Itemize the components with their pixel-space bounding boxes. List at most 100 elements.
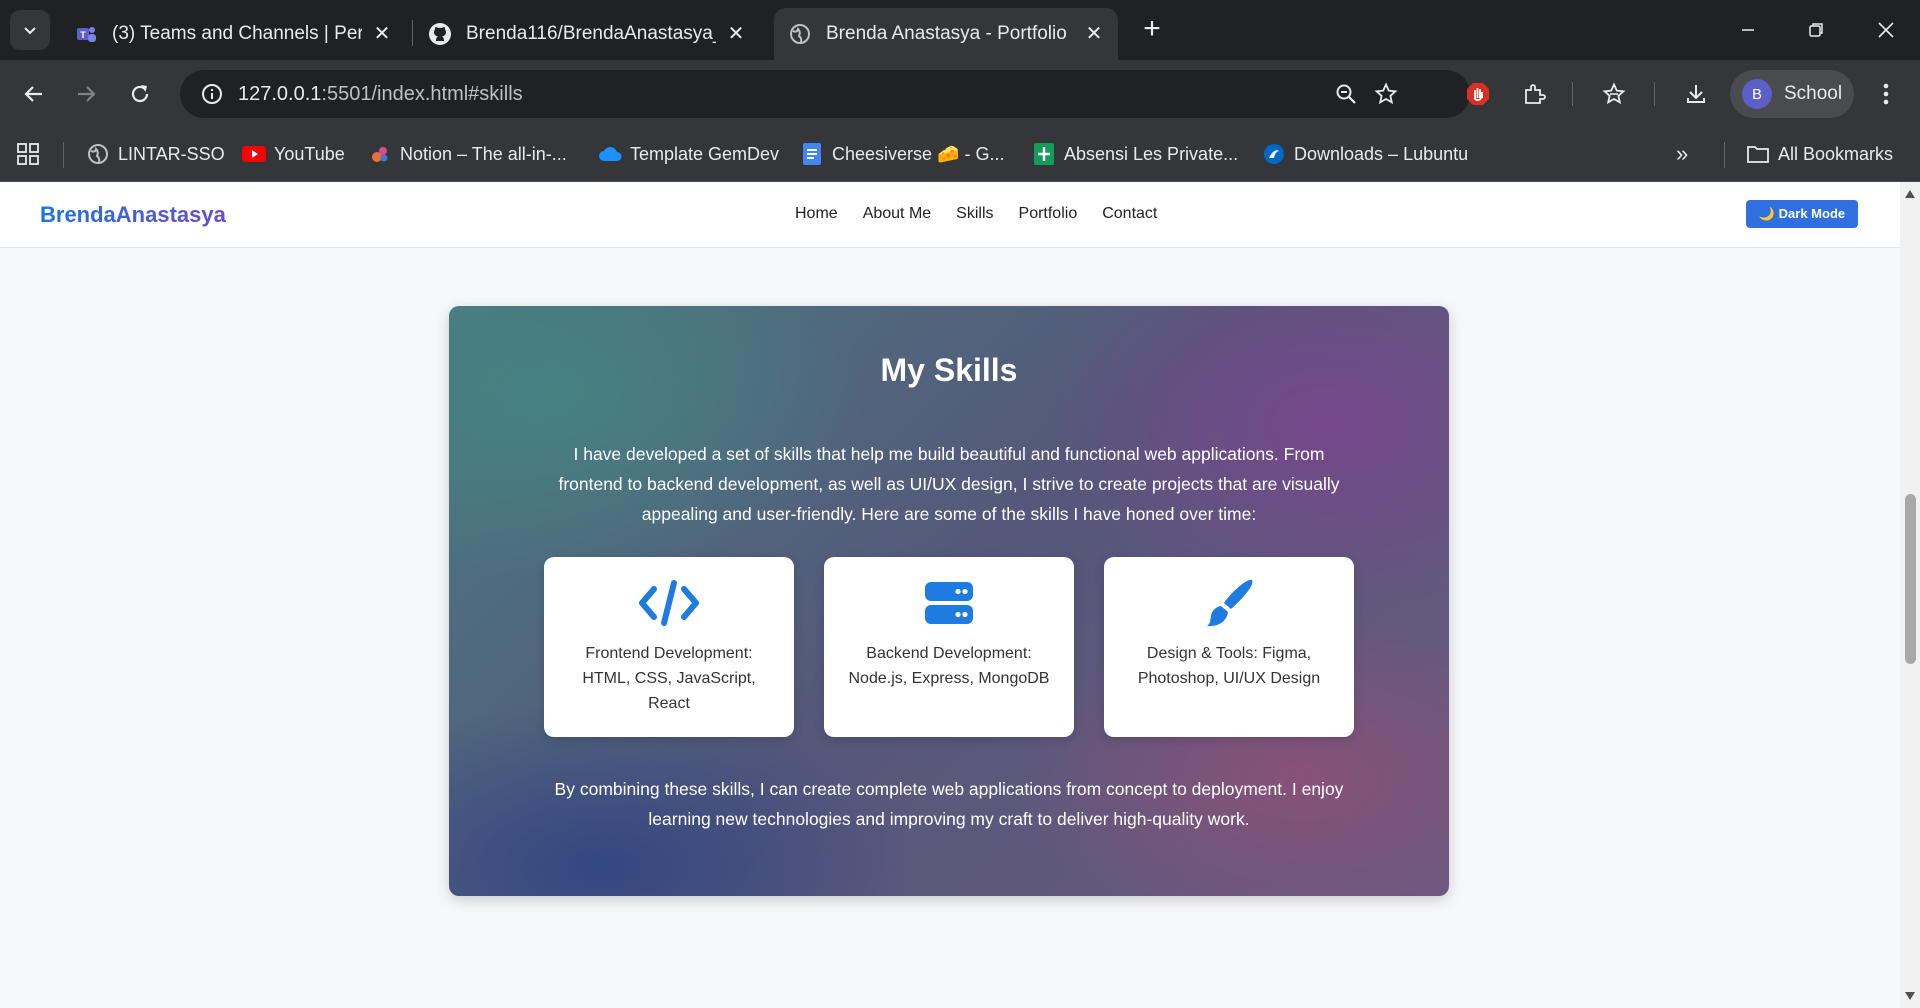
zoom-icon[interactable]	[1326, 70, 1366, 118]
skills-title: My Skills	[880, 352, 1018, 388]
arrow-right-icon	[78, 86, 96, 102]
tab-divider	[412, 20, 413, 46]
bookmark-label: Notion – The all-in-...	[400, 143, 567, 164]
scroll-down-arrow-icon[interactable]	[1905, 992, 1915, 1000]
chevron-double-right-icon: »	[1676, 141, 1689, 166]
browser-toolbar: 127.0.0.1:5501/index.html#skills B Schoo…	[0, 60, 1920, 128]
server-icon	[824, 575, 1074, 631]
bookmarks-divider	[1724, 142, 1725, 168]
apps-grid-icon	[17, 143, 39, 165]
bookmark-star-icon[interactable]	[1366, 70, 1406, 118]
nav-about[interactable]: About Me	[863, 205, 931, 223]
site-info-icon[interactable]	[192, 83, 232, 105]
tab-title: Brenda Anastasya - Portfolio	[826, 23, 1067, 44]
nav-portfolio[interactable]: Portfolio	[1019, 205, 1078, 223]
close-icon[interactable]: ✕	[372, 24, 392, 44]
nav-home[interactable]: Home	[795, 205, 838, 223]
skills-section: My Skills I have developed a set of skil…	[449, 306, 1449, 896]
cloud-icon	[598, 142, 622, 166]
profile-button[interactable]: B School	[1730, 70, 1854, 118]
bookmark-notion[interactable]: Notion – The all-in-...	[368, 139, 567, 169]
skill-text: Frontend Development: HTML, CSS, JavaScr…	[582, 645, 756, 712]
tab-title: Brenda116/BrendaAnastasya_5	[466, 23, 716, 44]
bookmark-label: Cheesiverse 🧀 - G...	[832, 143, 1005, 164]
site-navbar: BrendaAnastasya Home About Me Skills Por…	[0, 182, 1900, 248]
docs-icon	[800, 142, 824, 166]
tab-strip: T (3) Teams and Channels | Perten ✕ Bren…	[0, 0, 1920, 60]
site-menu: Home About Me Skills Portfolio Contact	[795, 205, 1157, 223]
restore-icon	[1809, 23, 1823, 37]
notion-icon	[368, 142, 392, 166]
globe-icon	[86, 142, 110, 166]
minimize-button[interactable]	[1718, 8, 1778, 52]
skill-card-backend: Backend Development: Node.js, Express, M…	[824, 557, 1074, 737]
lubuntu-icon	[1262, 142, 1286, 166]
tab-github[interactable]: Brenda116/BrendaAnastasya_5 ✕	[414, 8, 760, 60]
kebab-menu-icon[interactable]	[1864, 72, 1908, 116]
close-window-button[interactable]	[1856, 8, 1916, 52]
reading-list-icon[interactable]	[1592, 72, 1636, 116]
bookmark-lubuntu[interactable]: Downloads – Lubuntu	[1262, 139, 1468, 169]
skills-outro: By combining these skills, I can create …	[554, 779, 1344, 829]
tab-search-button[interactable]	[10, 10, 50, 50]
new-tab-button[interactable]: +	[1134, 12, 1170, 48]
minimize-icon	[1742, 29, 1754, 31]
toolbar-divider	[1572, 82, 1573, 106]
sheets-icon	[1032, 142, 1056, 166]
skills-intro: I have developed a set of skills that he…	[558, 444, 1340, 524]
avatar: B	[1742, 79, 1772, 109]
bookmark-youtube[interactable]: YouTube	[242, 139, 345, 169]
page-viewport: BrendaAnastasya Home About Me Skills Por…	[0, 182, 1900, 1008]
bookmark-absensi[interactable]: Absensi Les Private...	[1032, 139, 1238, 169]
url-text: 127.0.0.1:5501/index.html#skills	[238, 82, 523, 105]
teams-icon: T	[74, 22, 98, 46]
site-logo[interactable]: BrendaAnastasya	[40, 202, 226, 228]
globe-icon	[788, 22, 812, 46]
skill-card-design: Design & Tools: Figma, Photoshop, UI/UX …	[1104, 557, 1354, 737]
profile-name: School	[1784, 83, 1843, 104]
bookmark-lintar[interactable]: LINTAR-SSO	[86, 139, 225, 169]
bookmark-label: YouTube	[274, 143, 345, 164]
folder-icon	[1746, 142, 1770, 166]
close-icon	[1878, 22, 1894, 38]
bookmarks-overflow-button[interactable]: »	[1676, 139, 1688, 169]
back-button[interactable]	[12, 72, 56, 116]
close-icon[interactable]: ✕	[726, 24, 746, 44]
code-icon	[544, 575, 794, 631]
nav-contact[interactable]: Contact	[1102, 205, 1157, 223]
restore-button[interactable]	[1786, 8, 1846, 52]
skill-text: Backend Development: Node.js, Express, M…	[848, 645, 1050, 687]
close-icon[interactable]: ✕	[1084, 24, 1104, 44]
bookmarks-bar: LINTAR-SSO YouTube Notion – The all-in-.…	[0, 128, 1920, 182]
chevron-down-icon	[24, 27, 36, 35]
skill-text: Design & Tools: Figma, Photoshop, UI/UX …	[1137, 645, 1321, 687]
arrow-left-icon	[24, 86, 42, 102]
forward-button[interactable]	[64, 72, 108, 116]
bookmark-label: All Bookmarks	[1778, 143, 1894, 164]
youtube-icon	[242, 142, 266, 166]
bookmarks-divider	[63, 142, 64, 168]
tab-portfolio[interactable]: Brenda Anastasya - Portfolio ✕	[774, 8, 1118, 60]
bookmark-label: LINTAR-SSO	[118, 143, 225, 164]
skill-card-frontend: Frontend Development: HTML, CSS, JavaScr…	[544, 557, 794, 737]
svg-text:T: T	[80, 30, 86, 40]
page-scrollbar[interactable]	[1900, 182, 1920, 1008]
address-bar[interactable]: 127.0.0.1:5501/index.html#skills	[180, 70, 1470, 118]
bookmark-label: Absensi Les Private...	[1064, 143, 1239, 164]
bookmark-cheesiverse[interactable]: Cheesiverse 🧀 - G...	[800, 139, 1004, 169]
nav-skills[interactable]: Skills	[956, 205, 993, 223]
tab-teams[interactable]: T (3) Teams and Channels | Perten ✕	[60, 8, 406, 60]
extensions-puzzle-icon[interactable]	[1512, 72, 1556, 116]
scrollbar-thumb[interactable]	[1905, 494, 1916, 664]
dark-mode-button[interactable]: 🌙 Dark Mode	[1746, 200, 1858, 228]
paintbrush-icon	[1104, 575, 1354, 631]
all-bookmarks-button[interactable]: All Bookmarks	[1746, 139, 1893, 169]
github-icon	[428, 22, 452, 46]
download-icon[interactable]	[1674, 72, 1718, 116]
scroll-up-arrow-icon[interactable]	[1905, 190, 1915, 198]
reload-button[interactable]	[118, 72, 162, 116]
bookmark-template-gemdev[interactable]: Template GemDev	[598, 139, 779, 169]
extension-adblock-icon[interactable]	[1456, 72, 1500, 116]
apps-button[interactable]	[16, 139, 40, 169]
bookmark-label: Downloads – Lubuntu	[1294, 143, 1469, 164]
